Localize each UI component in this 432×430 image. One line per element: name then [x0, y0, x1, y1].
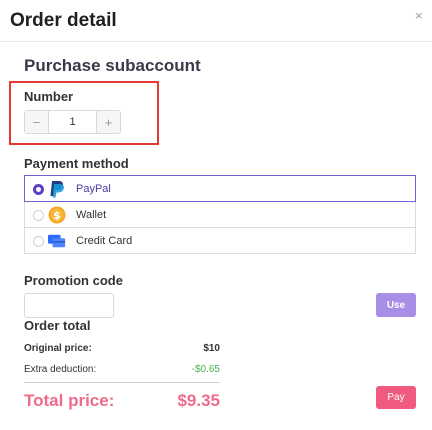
payment-option-wallet[interactable]: $ Wallet	[24, 201, 416, 228]
use-button[interactable]: Use	[376, 293, 416, 317]
dialog-title: Order detail	[10, 10, 117, 31]
original-price-label: Original price:	[24, 343, 92, 354]
pay-button[interactable]: Pay	[376, 386, 416, 409]
quantity-stepper: − 1 +	[24, 110, 121, 134]
svg-text:$: $	[53, 209, 61, 222]
number-label: Number	[24, 89, 74, 104]
decrement-button[interactable]: −	[25, 111, 49, 133]
promotion-code-label: Promotion code	[24, 273, 123, 288]
radio-wallet[interactable]	[33, 210, 44, 221]
divider	[24, 382, 220, 383]
wallet-icon: $	[48, 206, 66, 224]
payment-option-credit-card[interactable]: Credit Card	[24, 227, 416, 254]
payment-method-label: Payment method	[24, 156, 129, 171]
increment-button[interactable]: +	[96, 111, 120, 133]
total-price-value: $9.35	[177, 391, 220, 410]
order-total-label: Order total	[24, 318, 91, 333]
payment-option-paypal[interactable]: PayPal	[24, 175, 416, 202]
radio-paypal[interactable]	[33, 184, 44, 195]
paypal-icon	[48, 180, 66, 198]
quantity-value[interactable]: 1	[49, 111, 96, 133]
credit-card-icon	[48, 232, 66, 250]
promotion-code-input[interactable]	[24, 293, 114, 318]
original-price-value: $10	[203, 343, 220, 354]
payment-option-label: Credit Card	[76, 235, 133, 247]
close-icon[interactable]: ×	[415, 9, 423, 22]
extra-deduction-value: -$0.65	[191, 364, 220, 375]
payment-method-list: PayPal $ Wallet Credit Card	[24, 175, 416, 254]
payment-option-label: Wallet	[76, 209, 107, 221]
extra-deduction-label: Extra deduction:	[24, 364, 97, 375]
dialog-header: Order detail ×	[0, 0, 432, 42]
radio-credit-card[interactable]	[33, 236, 44, 247]
section-title: Purchase subaccount	[24, 56, 201, 75]
total-price-label: Total price:	[24, 391, 115, 410]
payment-option-label: PayPal	[76, 183, 111, 195]
